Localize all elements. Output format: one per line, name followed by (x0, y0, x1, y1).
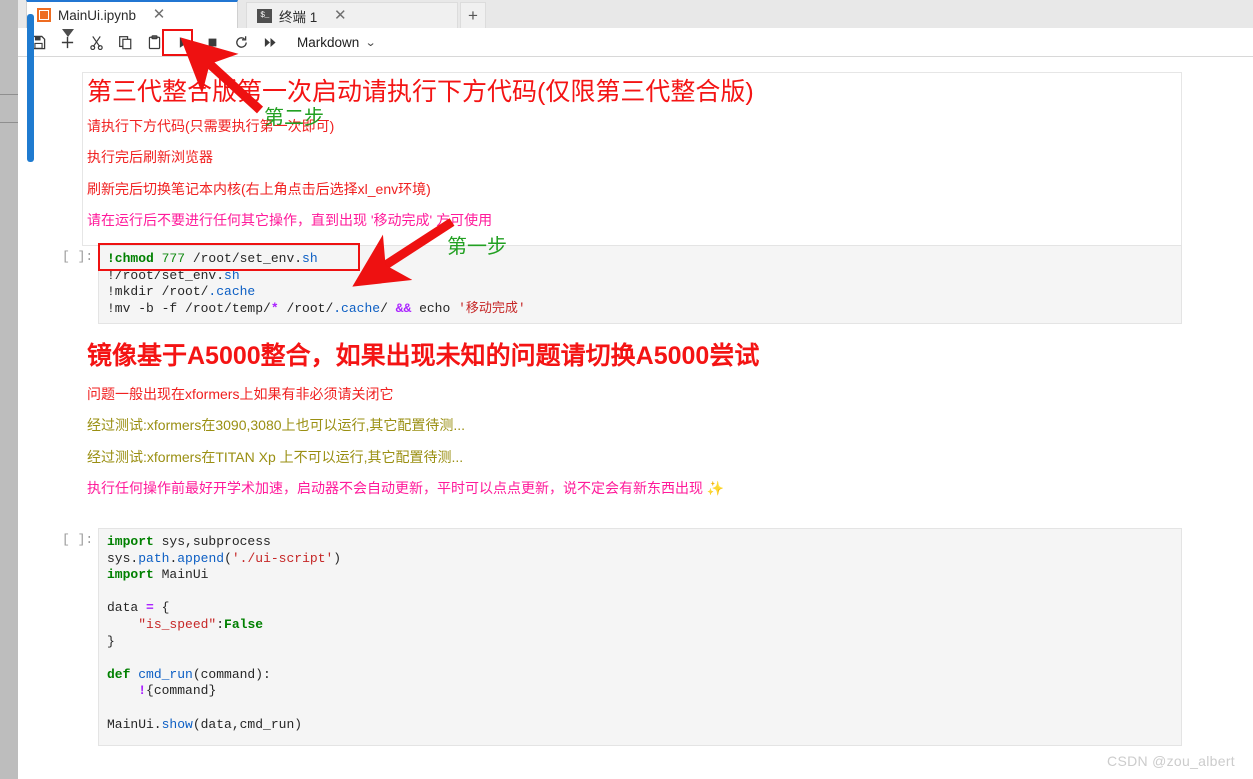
code-line: !chmod 777 /root/set_env.sh (107, 251, 318, 266)
run-button[interactable] (169, 30, 198, 55)
code-line: !mkdir /root/.cache (107, 284, 256, 300)
code-line: "is_speed":False (138, 616, 264, 632)
annotation-step-two-label: 第二步 (264, 105, 324, 129)
markdown-line: 问题一般出现在xformers上如果有非必须请关闭它 (87, 386, 394, 403)
code-cell-1[interactable]: !chmod 777 /root/set_env.sh !/root/set_e… (98, 245, 1182, 325)
watermark: CSDN @zou_albert (1107, 753, 1235, 769)
notebook-icon (37, 8, 51, 22)
code-line: !mv -b -f /root/temp/* /root/.cache/ && … (107, 300, 526, 316)
markdown-cell-2[interactable]: 镜像基于A5000整合，如果出现未知的问题请切换A5000尝试 问题一般出现在x… (82, 336, 1182, 514)
terminal-icon: $_ (257, 8, 272, 23)
tab-terminal-1[interactable]: $_ 终端 1 ✕ (246, 2, 458, 28)
code-line: import MainUi (107, 567, 209, 583)
code-line: !/root/set_env.sh (107, 267, 240, 283)
close-icon[interactable]: ✕ (331, 7, 349, 25)
markdown-line: 请在运行后不要进行任何其它操作，直到出现 '移动完成' 方可使用 (87, 211, 493, 228)
copy-button[interactable] (111, 30, 140, 55)
new-tab-button[interactable]: + (460, 2, 486, 28)
chrome-divider-1 (0, 94, 18, 95)
annotation-step-one-label: 第一步 (447, 234, 507, 258)
code-line: MainUi.show(data,cmd_run) (107, 716, 303, 732)
markdown-heading: 镜像基于A5000整合，如果出现未知的问题请切换A5000尝试 (87, 342, 760, 370)
markdown-line: 执行完后刷新浏览器 (87, 149, 213, 166)
stop-button[interactable] (198, 30, 227, 55)
cell-type-dropdown[interactable]: Markdown ⌄ (297, 34, 377, 50)
markdown-line: 请执行下方代码(只需要执行第一次即可) (87, 118, 335, 135)
code-line: sys.path.append('./ui-script') (107, 550, 342, 566)
restart-run-all-button[interactable] (256, 30, 285, 55)
code-line: !{command} (138, 683, 217, 699)
restart-kernel-button[interactable] (227, 30, 256, 55)
cut-button[interactable] (82, 30, 111, 55)
chevron-down-icon[interactable] (62, 29, 74, 37)
window-chrome-left (0, 28, 18, 779)
notebook-left-rail (18, 58, 38, 779)
tab-mainui-ipynb[interactable]: MainUi.ipynb ✕ (26, 0, 238, 28)
close-icon[interactable]: ✕ (150, 6, 168, 24)
code-line: import sys,subprocess (107, 534, 271, 549)
application-window: MainUi.ipynb ✕ $_ 终端 1 ✕ + Markdown ⌄ 第三… (0, 0, 1253, 779)
markdown-heading: 第三代整合版第一次启动请执行下方代码(仅限第三代整合版) (87, 78, 754, 106)
markdown-line: 刷新完后切换笔记本内核(右上角点击后选择xl_env环境) (87, 180, 431, 197)
code-line: } (107, 633, 115, 649)
chrome-divider-2 (0, 122, 18, 123)
markdown-cell-1[interactable]: 第三代整合版第一次启动请执行下方代码(仅限第三代整合版) 请执行下方代码(只需要… (82, 72, 1182, 246)
code-line: data = { (107, 600, 170, 616)
tab-label: MainUi.ipynb (58, 7, 137, 23)
paste-button[interactable] (140, 30, 169, 55)
notebook-toolbar: Markdown ⌄ (18, 28, 1253, 57)
markdown-line: 经过测试:xformers在3090,3080上也可以运行,其它配置待测... (87, 417, 466, 434)
cell-prompt: [ ]: (62, 532, 94, 547)
tab-bar: MainUi.ipynb ✕ $_ 终端 1 ✕ + (18, 0, 1253, 28)
chevron-down-icon: ⌄ (365, 36, 377, 49)
markdown-line: 经过测试:xformers在TITAN Xp 上不可以运行,其它配置待测... (87, 448, 464, 465)
markdown-line: 执行任何操作前最好开学术加速，启动器不会自动更新，平时可以点点更新，说不定会有新… (87, 479, 725, 496)
code-line: def cmd_run(command): (107, 666, 271, 682)
cell-prompt: [ ]: (62, 249, 94, 264)
cell-type-value: Markdown (297, 34, 360, 50)
code-cell-2[interactable]: import sys,subprocess sys.path.append('.… (98, 528, 1182, 747)
active-cell-indicator (27, 14, 34, 162)
tab-label: 终端 1 (279, 9, 318, 25)
